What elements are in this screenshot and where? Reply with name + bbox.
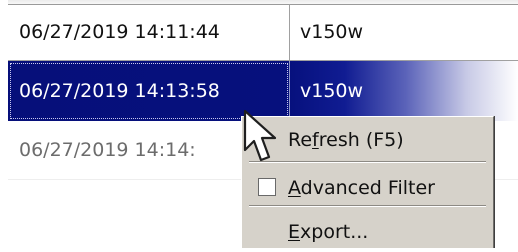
refresh-label-start: Re	[288, 129, 313, 151]
refresh-label-end: resh (F5)	[318, 129, 404, 151]
menu-separator	[249, 161, 486, 163]
advanced-filter-mnemonic: A	[288, 177, 301, 199]
refresh-mnemonic: f	[312, 129, 319, 151]
advanced-filter-label: Advanced Filter	[288, 177, 435, 199]
export-label: Export...	[288, 221, 368, 243]
advanced-filter-label-end: dvanced Filter	[300, 177, 435, 199]
table-row[interactable]: 06/27/2019 14:11:44 v150w	[8, 4, 518, 61]
export-mnemonic: E	[288, 221, 301, 243]
export-menu-item[interactable]: Export...	[242, 212, 494, 252]
checkbox-icon[interactable]	[258, 178, 276, 196]
mouse-pointer-icon	[243, 109, 277, 162]
refresh-label: Refresh (F5)	[288, 129, 404, 151]
menu-separator	[249, 205, 486, 207]
user-cell[interactable]: v150w	[290, 4, 518, 60]
user-cell[interactable]: v150w	[290, 61, 518, 121]
date-cell[interactable]: 06/27/2019 14:11:44	[8, 4, 290, 60]
export-label-end: xport...	[300, 221, 369, 243]
advanced-filter-menu-item[interactable]: Advanced Filter	[242, 168, 494, 208]
